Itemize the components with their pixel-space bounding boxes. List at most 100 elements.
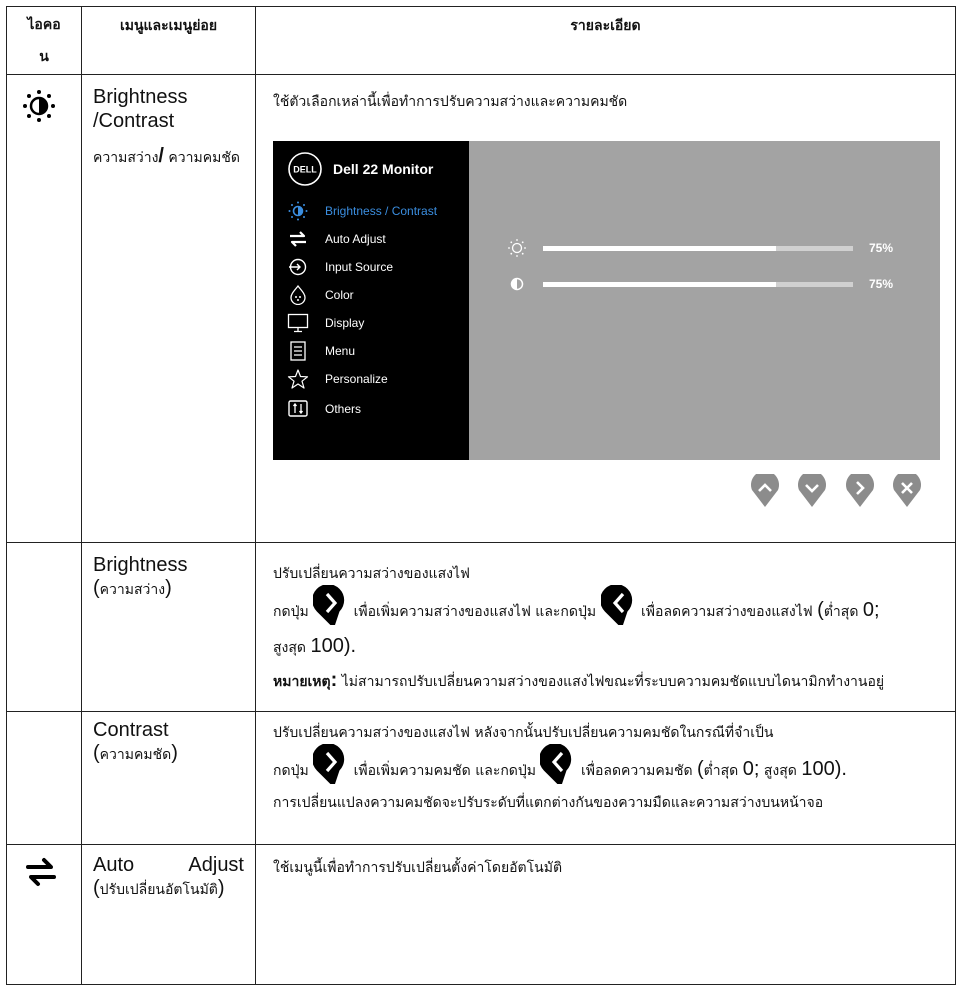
header-detail-cell: รายละเอียด [255, 6, 956, 75]
right-arrow-icon [313, 744, 345, 784]
close-button[interactable] [892, 474, 922, 508]
contrast-icon [510, 277, 524, 291]
osd-item-label: Menu [325, 344, 356, 358]
contrast-slider[interactable] [543, 282, 853, 287]
osd-content-panel: 75% 75% [469, 141, 940, 460]
brightness-icon [23, 90, 55, 122]
osd-item-others[interactable]: Others [273, 397, 469, 421]
max-value: 100 [801, 758, 835, 780]
menu-title: Auto Adjust [93, 853, 244, 877]
decrease-text: เพื่อลดความคมชัด [580, 763, 693, 779]
table-row: Auto Adjust (ปรับเปลี่ยนอัตโนมัติ) ใช้เม… [6, 844, 956, 985]
icon-cell [6, 74, 82, 543]
menu-subtitle-th: (ความคมชัด) [93, 742, 178, 764]
max-label: สูงสุด [273, 640, 307, 656]
brightness-slider[interactable] [543, 246, 853, 251]
brightness-line1: ปรับเปลี่ยนความสว่างของแสงไฟ [273, 566, 470, 582]
note-label: หมายเหตุ [273, 674, 331, 690]
others-icon [288, 400, 308, 417]
detail-cell: ใช้เมนูนี้เพื่อทำการปรับเปลี่ยนตั้งค่าโด… [255, 844, 956, 985]
osd-item-label: Display [325, 316, 365, 330]
press-text: กดปุ่ม [273, 604, 309, 620]
osd-item-color[interactable]: Color [273, 283, 469, 307]
osd-item-menu[interactable]: Menu [273, 339, 469, 363]
detail-cell: ปรับเปลี่ยนความสว่างของแสงไฟ กดปุ่ม เพื่… [255, 542, 956, 712]
menu-cell: Contrast (ความคมชัด) [81, 711, 256, 845]
subtitle-text: ความสว่าง [99, 582, 166, 598]
left-arrow-icon [540, 744, 572, 784]
contrast-line2: กดปุ่ม เพื่อเพิ่มความคมชัด และกดปุ่ม เพื… [256, 744, 955, 788]
title-part-b: Adjust [188, 854, 244, 876]
osd-item-label: Input Source [325, 260, 394, 274]
header-detail-label: รายละเอียด [570, 18, 641, 34]
osd-item-display[interactable]: Display [273, 311, 469, 335]
increase-text: เพื่อเพิ่มความคมชัด และกดปุ่ม [353, 763, 537, 779]
menu-title-line1: Brightness [93, 86, 188, 108]
osd-item-label: Brightness / Contrast [325, 204, 438, 218]
right-button[interactable] [845, 474, 875, 508]
header-menu-label: เมนูและเมนูย่อย [119, 18, 218, 34]
min-value: 0; [742, 758, 760, 780]
osd-item-brightness-contrast[interactable]: Brightness / Contrast [273, 199, 469, 223]
svg-text:DELL: DELL [293, 165, 317, 175]
title-part-a: Auto [93, 854, 135, 876]
detail-description: ใช้ตัวเลือกเหล่านี้เพื่อทำการปรับความสว่… [273, 94, 628, 110]
header-icon-cell: ไอคอ น [6, 6, 82, 75]
detail-cell: ใช้ตัวเลือกเหล่านี้เพื่อทำการปรับความสว่… [255, 74, 956, 543]
subtitle-text: ปรับเปลี่ยนอัตโนมัติ [99, 882, 218, 898]
contrast-line1: ปรับเปลี่ยนความสว่างของแสงไฟ หลังจากนั้น… [273, 725, 774, 741]
menu-title: Brightness [93, 554, 188, 576]
osd-item-input-source[interactable]: Input Source [273, 255, 469, 279]
brightness-bar-row: 75% [469, 238, 940, 258]
header-icon-line1: ไอคอ [27, 17, 61, 33]
menu-subtitle-th: (ปรับเปลี่ยนอัตโนมัติ) [93, 877, 225, 899]
table-row: Contrast (ความคมชัด) ปรับเปลี่ยนความสว่า… [6, 711, 956, 845]
subtitle-text: ความคมชัด [99, 747, 172, 763]
left-arrow-icon [600, 585, 632, 625]
contrast-bar-row: 75% [469, 274, 940, 294]
press-text: กดปุ่ม [273, 763, 309, 779]
color-icon [290, 285, 306, 305]
menu-cell: Auto Adjust (ปรับเปลี่ยนอัตโนมัติ) [81, 844, 256, 985]
brightness-percent: 75% [869, 241, 894, 255]
subtitle-part-b: ความคมชัด [163, 150, 240, 166]
menu-cell: Brightness (ความสว่าง) [81, 542, 256, 712]
brightness-icon [288, 201, 308, 221]
star-icon [287, 369, 309, 389]
contrast-percent: 75% [869, 277, 894, 291]
osd-nav-buttons [256, 460, 955, 530]
input-source-icon [289, 258, 307, 276]
menu-icon [290, 341, 306, 361]
osd-item-auto-adjust[interactable]: Auto Adjust [273, 227, 469, 251]
table-row: Brightness (ความสว่าง) ปรับเปลี่ยนความสว… [6, 542, 956, 712]
decrease-text: เพื่อลดความสว่างของแสงไฟ [641, 604, 813, 620]
menu-title-line2: /Contrast [93, 110, 175, 132]
osd-item-label: Others [325, 402, 362, 416]
menu-subtitle-th: ความสว่าง/ ความคมชัด [93, 145, 255, 169]
up-button[interactable] [750, 474, 780, 508]
subtitle-part-a: ความสว่าง [93, 150, 159, 166]
osd-screenshot: DELL Dell 22 Monitor Brightness / Contra… [273, 141, 940, 460]
brightness-note: หมายเหตุ: ไม่สามารถปรับเปลี่ยนความสว่างข… [273, 669, 885, 691]
brightness-slider-fill [543, 246, 776, 251]
header-icon-line2: น [39, 49, 49, 65]
display-icon [287, 313, 309, 333]
note-text: ไม่สามารถปรับเปลี่ยนความสว่างของแสงไฟขณะ… [341, 674, 885, 690]
auto-adjust-description: ใช้เมนูนี้เพื่อทำการปรับเปลี่ยนตั้งค่าโด… [273, 860, 563, 876]
table-header-row: ไอคอ น เมนูและเมนูย่อย รายละเอียด [6, 6, 956, 75]
osd-item-label: Auto Adjust [325, 232, 386, 246]
osd-item-personalize[interactable]: Personalize [273, 367, 469, 391]
osd-menu-panel: DELL Dell 22 Monitor Brightness / Contra… [273, 141, 469, 460]
brightness-line2: กดปุ่ม เพื่อเพิ่มความสว่างของแสงไฟ และกด… [256, 585, 955, 665]
down-button[interactable] [797, 474, 827, 508]
min-label: ต่ำสุด [703, 763, 739, 779]
right-arrow-icon [313, 585, 345, 625]
monitor-title: Dell 22 Monitor [333, 161, 434, 177]
icon-cell [6, 844, 82, 985]
table-row: Brightness /Contrast ความสว่าง/ ความคมชั… [6, 74, 956, 543]
osd-item-label: Color [325, 288, 354, 302]
dell-logo: DELL [288, 152, 322, 186]
contrast-line3: การเปลี่ยนแปลงความคมชัดจะปรับระดับที่แตก… [273, 795, 824, 811]
osd-item-label: Personalize [325, 372, 388, 386]
sun-icon [508, 239, 526, 257]
